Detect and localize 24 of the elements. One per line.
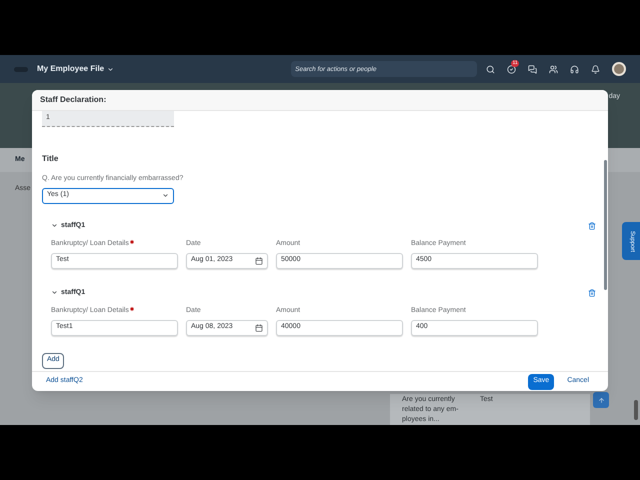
trash-icon[interactable]: [588, 222, 596, 230]
scroll-up-button[interactable]: [593, 392, 609, 408]
dialog-title: Staff Declaration:: [40, 94, 106, 106]
search-icon[interactable]: [486, 64, 495, 74]
trash-icon[interactable]: [588, 288, 596, 297]
calendar-icon[interactable]: [255, 256, 263, 264]
headset-icon[interactable]: [570, 64, 579, 74]
chevron-down-icon: [51, 222, 58, 230]
section-title: Title: [42, 153, 60, 165]
app-title-menu[interactable]: My Employee File: [37, 63, 114, 75]
chevron-down-icon: [51, 289, 58, 296]
arrow-up-icon: [598, 396, 604, 404]
required-icon: [130, 240, 134, 244]
required-icon: [130, 307, 134, 311]
bell-icon[interactable]: [591, 64, 600, 74]
page-scrollbar: [634, 400, 638, 420]
avatar[interactable]: [612, 62, 626, 76]
caret-icon: [107, 66, 114, 72]
people-icon[interactable]: [549, 64, 558, 74]
caret-icon: [162, 192, 169, 199]
check-circle-icon[interactable]: [507, 64, 516, 74]
chat-icon[interactable]: [528, 64, 537, 74]
calendar-icon[interactable]: [255, 324, 263, 332]
logo-icon: [14, 66, 28, 72]
